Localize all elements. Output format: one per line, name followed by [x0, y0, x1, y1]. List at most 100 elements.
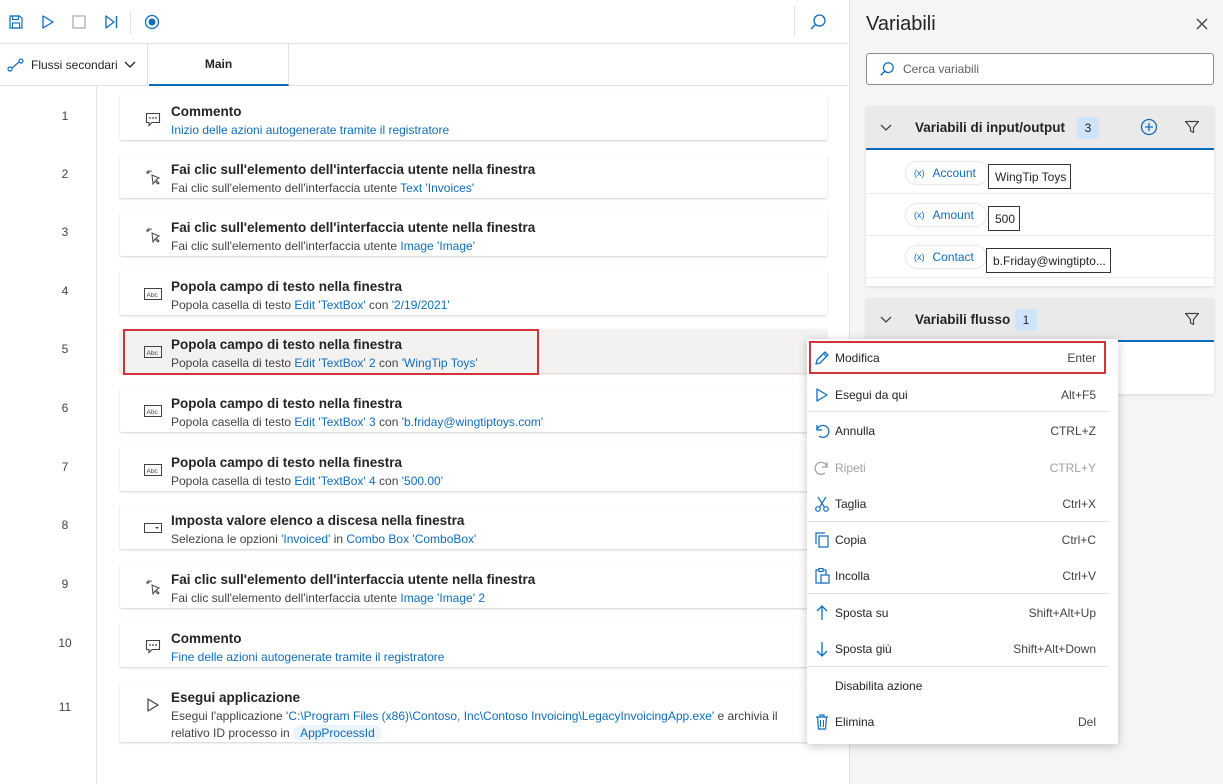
flow-action[interactable]: Fai clic sull'elemento dell'interfaccia … [120, 564, 827, 608]
variables-search-input[interactable] [903, 62, 1203, 76]
menu-item-shortcut: Shift+Alt+Down [1013, 642, 1096, 656]
dropdown-icon [144, 519, 162, 537]
variables-title: Variabili [866, 13, 936, 35]
svg-text:Abc: Abc [147, 468, 159, 475]
subflows-dropdown[interactable]: Flussi secondari [0, 44, 148, 86]
menu-item-shortcut: Ctrl+X [1062, 497, 1096, 511]
close-variables-button[interactable] [1192, 14, 1212, 34]
action-parameter: 'WingTip Toys' [401, 356, 478, 370]
svg-text:Abc: Abc [147, 409, 159, 416]
action-text: in [330, 532, 347, 546]
action-row-number: 4 [61, 284, 69, 298]
redo-icon [811, 457, 833, 479]
svg-text:Abc: Abc [147, 350, 159, 357]
flow-action[interactable]: Commento Inizio delle azioni autogenerate… [120, 96, 827, 140]
flow-action[interactable]: Abc Popola campo di testo nella finestra P… [120, 329, 827, 373]
search-button[interactable] [806, 10, 830, 34]
filter-icon[interactable] [1184, 119, 1200, 135]
action-row-number: 7 [61, 460, 69, 474]
variable-row[interactable]: (x) Account WingTip Toys [866, 152, 1214, 194]
action-row-number: 10 [58, 636, 72, 650]
textbox-icon: Abc [144, 285, 162, 303]
action-description: relativo ID processo in AppProcessId [171, 725, 382, 741]
menu-item-redo[interactable]: Ripeti CTRL+Y [807, 450, 1118, 486]
menu-item-delete[interactable]: Elimina Del [807, 704, 1118, 740]
run-next-action-button[interactable] [99, 10, 123, 34]
flow-action[interactable]: Imposta valore elenco a discesa nella fi… [120, 505, 827, 549]
action-parameter: 'C:\Program Files (x86)\Contoso, Inc\Con… [286, 709, 715, 723]
variable-token[interactable]: AppProcessId [293, 725, 382, 741]
variable-row[interactable]: (x) Amount 500 [866, 194, 1214, 236]
menu-item-run-from-here[interactable]: Esegui da qui Alt+F5 [807, 377, 1118, 413]
menu-item-label: Modifica [835, 351, 880, 365]
variable-chip[interactable]: (x) Account [906, 162, 988, 184]
toolbar-divider [130, 10, 131, 34]
flow-action[interactable]: Esegui applicazione Esegui l'applicazione… [120, 682, 827, 742]
chevron-down-icon[interactable] [878, 119, 894, 135]
menu-item-disable-action[interactable]: Disabilita azione [807, 668, 1118, 704]
menu-item-shortcut: Enter [1067, 351, 1096, 365]
menu-item-copy[interactable]: Copia Ctrl+C [807, 522, 1118, 558]
add-variable-icon[interactable] [1140, 118, 1158, 136]
tab-main[interactable]: Main [149, 44, 289, 86]
recorder-icon [144, 14, 160, 30]
action-title: Fai clic sull'elemento dell'interfaccia … [171, 572, 536, 587]
action-description: Seleziona le opzioni 'Invoiced' in Combo… [171, 532, 476, 546]
subflows-label: Flussi secondari [31, 58, 118, 72]
flow-action[interactable]: Abc Popola campo di testo nella finestra P… [120, 388, 827, 432]
variable-value: 500 [988, 206, 1021, 231]
stop-button[interactable] [67, 10, 91, 34]
menu-item-shortcut: Ctrl+C [1061, 533, 1096, 547]
variable-chip[interactable]: (x) Contact [906, 246, 986, 268]
search-icon [810, 14, 826, 30]
menu-item-move-down[interactable]: Sposta giù Shift+Alt+Down [807, 631, 1118, 667]
recorder-button[interactable] [140, 10, 164, 34]
io-variables-title: Variabili di input/output [915, 120, 1065, 135]
action-text: con [375, 356, 402, 370]
menu-item-edit[interactable]: Modifica Enter [807, 340, 1118, 376]
action-row-number: 11 [58, 700, 72, 714]
flow-action[interactable]: Fai clic sull'elemento dell'interfaccia … [120, 154, 827, 198]
action-parameter: '2/19/2021' [391, 298, 450, 312]
action-parameter: Edit 'TextBox' 2 [294, 356, 376, 370]
flow-action[interactable]: Commento Fine delle azioni autogenerate t… [120, 623, 827, 667]
variable-chip[interactable]: (x) Amount [906, 204, 986, 226]
action-parameter: Fine delle azioni autogenerate tramite i… [171, 650, 445, 664]
move-up-icon [811, 602, 833, 624]
menu-item-shortcut: Ctrl+V [1062, 569, 1096, 583]
action-description: Fine delle azioni autogenerate tramite i… [171, 650, 444, 664]
action-text: Popola casella di testo [171, 356, 295, 370]
run-button[interactable] [36, 10, 60, 34]
action-text: Fai clic sull'elemento dell'interfaccia … [171, 239, 401, 253]
flow-action[interactable]: Abc Popola campo di testo nella finestra P… [120, 271, 827, 315]
action-text: e archivia il [714, 709, 778, 723]
save-button[interactable] [4, 10, 28, 34]
menu-item-shortcut: CTRL+Y [1049, 461, 1096, 475]
action-row-number: 1 [61, 109, 69, 123]
variable-value: b.Friday@wingtipto... [986, 248, 1111, 273]
io-variables-section: Variabili di input/output 3 (x) Account Wi… [866, 106, 1214, 286]
variable-row[interactable]: (x) Contact b.Friday@wingtipto... [866, 236, 1214, 278]
menu-item-label: Copia [835, 533, 867, 547]
filter-icon[interactable] [1184, 311, 1200, 327]
menu-item-move-up[interactable]: Sposta su Shift+Alt+Up [807, 595, 1118, 631]
action-text: relativo ID processo in [171, 726, 294, 740]
flow-action[interactable]: Fai clic sull'elemento dell'interfaccia … [120, 212, 827, 256]
delete-icon [811, 711, 833, 733]
search-icon [880, 62, 894, 76]
menu-item-cut[interactable]: Taglia Ctrl+X [807, 486, 1118, 522]
action-title: Popola campo di testo nella finestra [171, 337, 403, 352]
action-description: Popola casella di testo Edit 'TextBox' 4… [171, 474, 443, 488]
action-title: Fai clic sull'elemento dell'interfaccia … [171, 220, 536, 235]
menu-item-label: Annulla [835, 424, 876, 438]
menu-item-undo[interactable]: Annulla CTRL+Z [807, 413, 1118, 449]
action-text: con [375, 474, 402, 488]
io-variables-header: Variabili di input/output 3 [866, 106, 1214, 150]
menu-separator [807, 411, 1109, 412]
chevron-down-icon[interactable] [878, 311, 894, 327]
action-title: Esegui applicazione [171, 690, 301, 705]
menu-item-paste[interactable]: Incolla Ctrl+V [807, 558, 1118, 594]
flow-action[interactable]: Abc Popola campo di testo nella finestra P… [120, 447, 827, 491]
menu-separator [807, 593, 1109, 594]
textbox-icon: Abc [144, 343, 162, 361]
